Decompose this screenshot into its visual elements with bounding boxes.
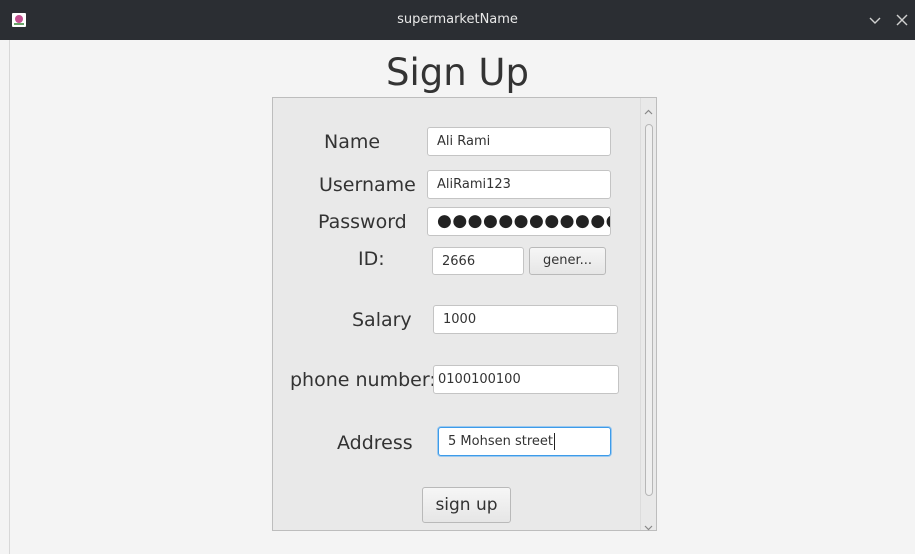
password-field[interactable]: ●●●●●●●●●●●●● <box>427 207 611 236</box>
name-value: Ali Rami <box>437 134 491 149</box>
text-caret <box>553 433 555 450</box>
username-value: AliRami123 <box>437 177 511 192</box>
generate-id-button[interactable]: gener... <box>529 247 606 275</box>
scrollbar-thumb[interactable] <box>645 124 653 496</box>
name-label: Name <box>324 131 381 153</box>
window-title: supermarketName <box>397 12 518 27</box>
address-value: 5 Mohsen street <box>448 434 553 449</box>
close-icon[interactable] <box>893 11 911 29</box>
id-field[interactable]: 2666 <box>432 247 524 275</box>
vertical-scrollbar[interactable] <box>640 98 656 531</box>
password-label: Password <box>318 211 407 233</box>
phone-number-field[interactable]: 0100100100 <box>433 365 619 394</box>
salary-value: 1000 <box>443 312 477 327</box>
id-label: ID: <box>358 248 385 270</box>
sign-up-button[interactable]: sign up <box>422 487 511 523</box>
username-label: Username <box>319 174 416 196</box>
address-field[interactable]: 5 Mohsen street <box>438 427 611 456</box>
salary-field[interactable]: 1000 <box>433 305 618 334</box>
username-field[interactable]: AliRami123 <box>427 170 611 199</box>
id-value: 2666 <box>442 254 476 269</box>
phone-number-label: phone number: <box>290 369 436 391</box>
password-masked-value: ●●●●●●●●●●●●● <box>437 211 610 231</box>
salary-label: Salary <box>352 309 412 331</box>
phone-number-value: 0100100100 <box>438 372 521 387</box>
chevron-down-icon[interactable] <box>866 11 884 29</box>
page-title: Sign Up <box>385 51 530 94</box>
address-label: Address <box>337 432 413 454</box>
scroll-up-icon[interactable] <box>644 102 653 115</box>
title-bar[interactable]: supermarketName <box>0 0 915 40</box>
scroll-down-icon[interactable] <box>644 517 653 531</box>
name-field[interactable]: Ali Rami <box>427 127 611 156</box>
